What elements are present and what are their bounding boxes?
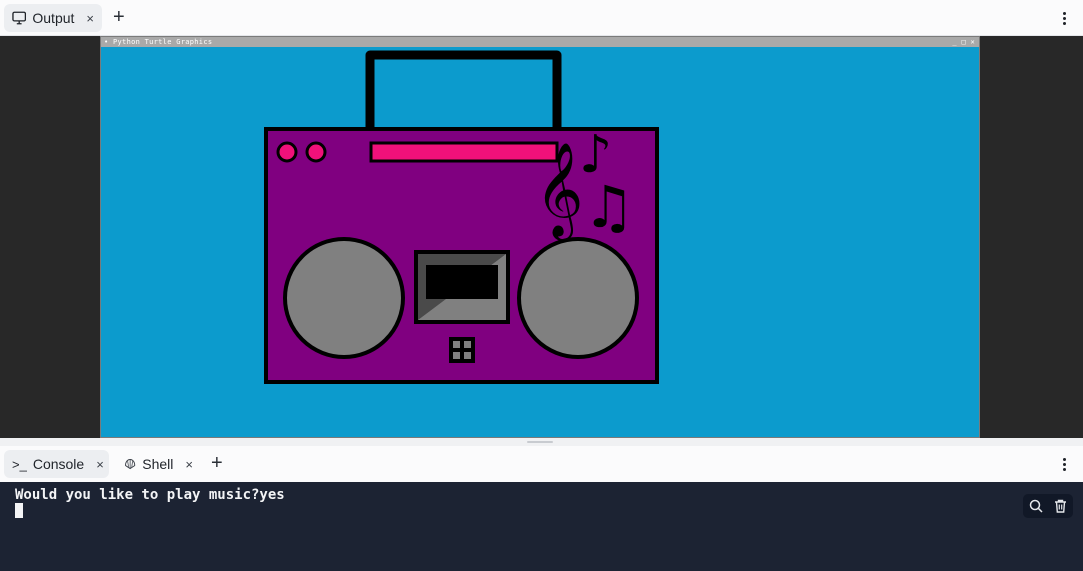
- console-line: Would you like to play music?yes: [15, 487, 285, 503]
- output-pane: • Python Turtle Graphics _ □ ✕ 𝄞 ♪ ♫: [0, 36, 1083, 438]
- window-controls[interactable]: _ □ ✕: [952, 37, 975, 47]
- more-options-icon[interactable]: [1062, 458, 1066, 471]
- cassette-window: [426, 265, 498, 299]
- monitor-icon: [12, 11, 27, 25]
- add-tab-button[interactable]: +: [113, 7, 125, 27]
- console-toolbar: [1023, 494, 1073, 518]
- add-tab-button[interactable]: +: [211, 453, 223, 473]
- console-output[interactable]: Would you like to play music?yes: [0, 482, 1083, 571]
- search-icon[interactable]: [1029, 499, 1043, 513]
- tab-shell-label: Shell: [142, 456, 174, 472]
- turtle-canvas: 𝄞 ♪ ♫: [264, 50, 659, 384]
- tab-console-label: Console: [32, 456, 85, 472]
- boombox-handle: [365, 50, 562, 130]
- button-grid: [449, 337, 475, 363]
- shell-icon: [125, 459, 136, 470]
- tab-console[interactable]: >_ Console ×: [4, 450, 109, 478]
- console-tab-bar: >_ Console × Shell × +: [0, 446, 1083, 482]
- close-icon[interactable]: ×: [185, 457, 193, 472]
- terminal-icon: >_: [12, 456, 27, 472]
- tab-shell[interactable]: Shell ×: [116, 450, 201, 478]
- speaker-left: [283, 237, 405, 359]
- tab-output[interactable]: Output ×: [4, 4, 102, 32]
- turtle-window-title: • Python Turtle Graphics: [104, 38, 213, 46]
- output-tab-bar: Output × +: [0, 0, 1083, 36]
- knob-right: [305, 141, 327, 163]
- text-cursor: [15, 503, 23, 518]
- turtle-window-titlebar: • Python Turtle Graphics _ □ ✕: [101, 37, 979, 47]
- tuner-bar: [369, 141, 559, 163]
- close-icon[interactable]: ×: [86, 11, 94, 26]
- treble-clef-icon: 𝄞: [535, 142, 583, 241]
- speaker-right: [517, 237, 639, 359]
- tab-output-label: Output: [32, 10, 75, 26]
- close-icon[interactable]: ×: [96, 457, 104, 472]
- more-options-icon[interactable]: [1062, 12, 1066, 25]
- knob-left: [276, 141, 298, 163]
- beamed-notes-icon: ♫: [583, 173, 635, 241]
- trash-icon[interactable]: [1054, 499, 1067, 513]
- pane-resize-handle[interactable]: [0, 438, 1083, 446]
- turtle-graphics-window: • Python Turtle Graphics _ □ ✕ 𝄞 ♪ ♫: [100, 36, 980, 438]
